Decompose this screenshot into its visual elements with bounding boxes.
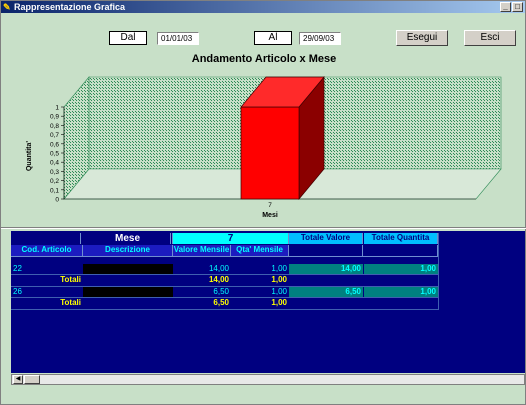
col-valore-mensile[interactable]: Valore Mensile (173, 245, 231, 256)
totali-valore: 6,50 (213, 298, 229, 307)
cell-qta-mensile[interactable]: 1,00 (231, 264, 289, 274)
scroll-thumb[interactable] (24, 375, 40, 384)
grid-line (11, 274, 438, 275)
col-descrizione[interactable]: Descrizione (83, 245, 173, 256)
grid-header-blank (11, 233, 81, 244)
col-cod-articolo[interactable]: Cod. Articolo (11, 245, 83, 256)
x-tick-label: 7 (268, 202, 272, 209)
totali-valore: 14,00 (208, 275, 229, 284)
grid-line (11, 286, 438, 287)
cell-cod[interactable]: 22 (11, 264, 83, 274)
cell-valore-mensile[interactable]: 6,50 (173, 287, 231, 297)
cell-totale-quantita[interactable]: 1,00 (364, 287, 438, 297)
cell-qta-mensile[interactable]: 1,00 (231, 287, 289, 297)
y-tick-label: 0 (55, 197, 59, 204)
cell-totale-quantita[interactable]: 1,00 (364, 264, 438, 274)
bar-front (240, 106, 300, 200)
main-window: ✎ Rappresentazione Grafica _ □ Dal 01/01… (0, 0, 526, 405)
y-axis-ticks: 0 0,1 0,2 0,3 0,4 0,5 0,6 0,7 0,8 0,9 1 (50, 105, 64, 204)
cell-descrizione[interactable] (83, 264, 173, 274)
y-tick-label: 0,6 (50, 141, 59, 148)
totali-label: Totali (60, 275, 81, 284)
cell-descrizione[interactable] (83, 287, 173, 297)
totali-qta: 1,00 (271, 275, 287, 284)
separator (1, 227, 526, 229)
grid-line (11, 297, 438, 298)
chart-area: 0 0,1 0,2 0,3 0,4 0,5 0,6 0,7 0,8 0,9 1 7 Quantita… (26, 76, 502, 219)
x-axis-ticks: 7 (268, 202, 272, 209)
totale-quantita-header: Totale Quantita (364, 233, 438, 244)
y-tick-label: 0,4 (50, 160, 59, 167)
horizontal-scrollbar[interactable]: ◀ (11, 374, 525, 385)
grid-line (438, 233, 439, 310)
cell-totale-valore[interactable]: 14,00 (289, 264, 363, 274)
cell-cod[interactable]: 26 (11, 287, 83, 297)
totale-valore-header: Totale Valore (289, 233, 363, 244)
y-tick-label: 0,5 (50, 151, 59, 158)
chart-bars (240, 76, 325, 200)
data-grid[interactable]: Mese 7 Totale Valore Totale Quantita Cod… (11, 231, 525, 373)
x-axis-label: Mesi (262, 212, 278, 219)
y-tick-label: 0,8 (50, 123, 59, 130)
totali-label: Totali (60, 298, 81, 307)
cell-valore-mensile[interactable]: 14,00 (173, 264, 231, 274)
y-tick-label: 0,3 (50, 169, 59, 176)
y-tick-label: 0,9 (50, 114, 59, 121)
col-qta-mensile[interactable]: Qta' Mensile (231, 245, 289, 256)
cell-totale-valore[interactable]: 6,50 (289, 287, 363, 297)
scroll-left-icon[interactable]: ◀ (13, 375, 23, 384)
totali-qta: 1,00 (271, 298, 287, 307)
y-tick-label: 1 (55, 105, 59, 112)
y-tick-label: 0,7 (50, 132, 59, 139)
y-tick-label: 0,2 (50, 178, 59, 185)
mese-header: Mese (83, 233, 173, 244)
grid-line (11, 309, 438, 310)
y-tick-label: 0,1 (50, 187, 59, 194)
mese-value-header: 7 (173, 233, 289, 244)
y-axis-label: Quantita' (26, 141, 33, 171)
grid-line (11, 256, 438, 257)
